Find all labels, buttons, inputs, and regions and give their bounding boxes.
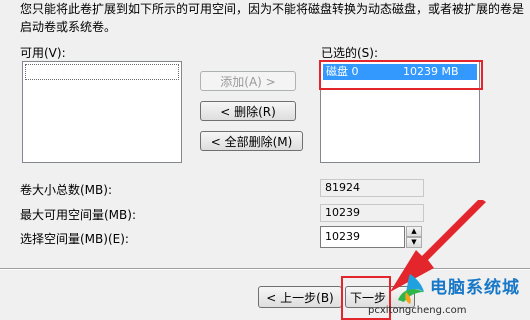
watermark-logo-icon <box>398 274 424 304</box>
watermark-title: 电脑系统城 <box>430 278 520 298</box>
annotation-highlight-box <box>319 60 483 90</box>
back-button-label: < 上一步(B) <box>266 291 334 305</box>
add-button[interactable]: 添加(A) > <box>200 71 296 91</box>
back-button[interactable]: < 上一步(B) <box>258 286 342 308</box>
available-listbox[interactable] <box>22 61 182 163</box>
available-label: 可用(V): <box>20 46 66 60</box>
total-size-value: 81924 <box>320 179 424 197</box>
total-size-label: 卷大小总数(MB): <box>20 183 112 197</box>
watermark-url: pcxitongcheng.com <box>368 305 467 316</box>
add-button-label: 添加(A) > <box>220 75 276 89</box>
description-text: 您只能将此卷扩展到如下所示的可用空间，因为不能将磁盘转换为动态磁盘，或者被扩展的… <box>20 2 525 34</box>
max-space-label: 最大可用空间量(MB): <box>20 208 136 222</box>
remove-all-button-label: < 全部删除(M) <box>210 135 293 149</box>
remove-all-button[interactable]: < 全部删除(M) <box>200 131 303 151</box>
select-space-label: 选择空间量(MB)(E): <box>20 232 129 246</box>
list-item-placeholder[interactable] <box>25 64 179 80</box>
remove-button-label: < 删除(R) <box>220 105 276 119</box>
selected-label: 已选的(S): <box>321 46 379 60</box>
remove-button[interactable]: < 删除(R) <box>200 101 296 121</box>
